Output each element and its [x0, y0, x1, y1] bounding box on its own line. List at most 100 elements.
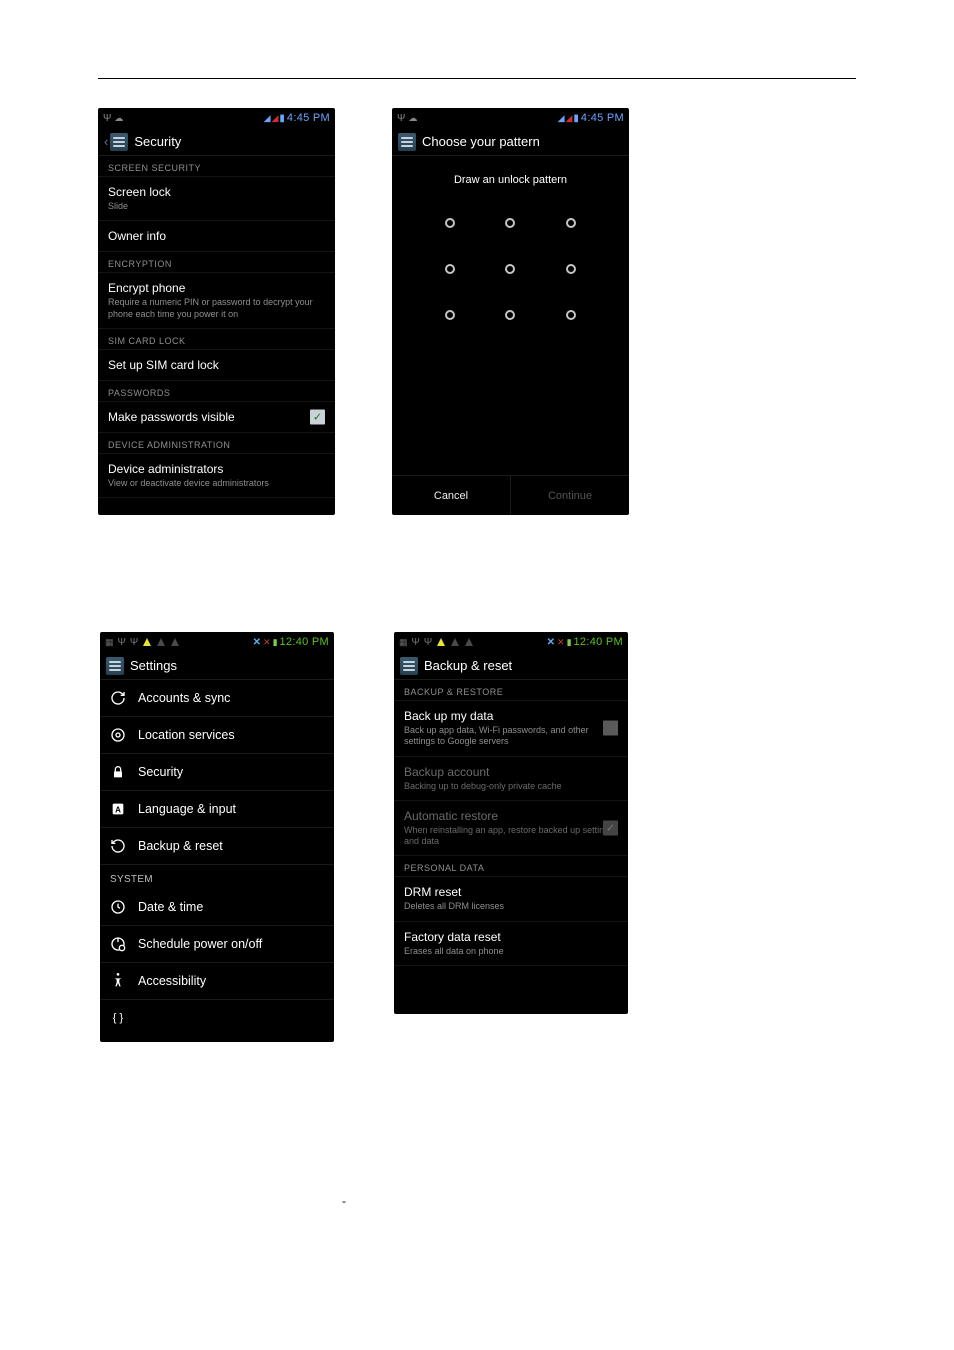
screenshot-settings: ▦ Ψ Ψ ✕ ✕ ▮ 12:40 PM Settings Accounts &… — [100, 632, 334, 1042]
signal-2-icon: ◢ — [565, 113, 571, 124]
row-security[interactable]: Security — [100, 754, 334, 791]
status-time: 12:40 PM — [280, 636, 329, 648]
section-sim-lock: SIM CARD LOCK — [98, 329, 335, 349]
pattern-instruction: Draw an unlock pattern — [392, 156, 629, 190]
header: Choose your pattern — [392, 128, 629, 156]
warning-icon — [464, 637, 474, 647]
settings-icon — [110, 133, 128, 151]
battery-icon: ▮ — [573, 113, 579, 124]
warning-icon — [156, 637, 166, 647]
item-device-admin[interactable]: Device administrators View or deactivate… — [98, 453, 335, 498]
back-icon[interactable]: ‹ — [104, 134, 108, 149]
debug-icon: ☁ — [114, 113, 123, 124]
row-label: Schedule power on/off — [138, 937, 262, 951]
usb-icon: Ψ — [412, 637, 420, 648]
row-schedule-power[interactable]: Schedule power on/off — [100, 926, 334, 963]
row-datetime[interactable]: Date & time — [100, 889, 334, 926]
item-title: Owner info — [108, 229, 325, 243]
row-location[interactable]: Location services — [100, 717, 334, 754]
warning-icon — [436, 637, 446, 647]
usb-icon: Ψ — [397, 113, 405, 124]
status-bar: Ψ ☁ ◢ ◢ ▮ 4:45 PM — [98, 108, 335, 128]
row-label: Date & time — [138, 900, 203, 914]
row-accounts-sync[interactable]: Accounts & sync — [100, 680, 334, 717]
checkbox-unchecked[interactable]: ✓ — [603, 721, 618, 736]
lock-icon — [110, 764, 126, 780]
section-encryption: ENCRYPTION — [98, 252, 335, 272]
pattern-dot[interactable] — [505, 310, 515, 320]
header-title: Choose your pattern — [422, 134, 540, 149]
item-backup-data[interactable]: Back up my data Back up app data, Wi-Fi … — [394, 700, 628, 757]
item-encrypt-phone[interactable]: Encrypt phone Require a numeric PIN or p… — [98, 272, 335, 329]
row-language[interactable]: A Language & input — [100, 791, 334, 828]
item-sub: View or deactivate device administrators — [108, 478, 325, 489]
status-bar: ▦ Ψ Ψ ✕ ✕ ▮ 12:40 PM — [100, 632, 334, 652]
item-title: Automatic restore — [404, 809, 618, 823]
restore-icon — [110, 838, 126, 854]
item-title: Back up my data — [404, 709, 618, 723]
item-sub: Backing up to debug-only private cache — [404, 781, 618, 792]
header: Settings — [100, 652, 334, 680]
pattern-dot[interactable] — [505, 264, 515, 274]
notif-icon: ▦ — [399, 637, 408, 648]
language-icon: A — [110, 801, 126, 817]
pattern-grid[interactable] — [392, 190, 629, 340]
row-backup[interactable]: Backup & reset — [100, 828, 334, 865]
accessibility-icon — [110, 973, 126, 989]
item-sub: Deletes all DRM licenses — [404, 901, 618, 912]
airplane-icon: ✕ — [547, 637, 555, 648]
item-title: Factory data reset — [404, 930, 618, 944]
row-label: Accessibility — [138, 974, 206, 988]
item-pw-visible[interactable]: Make passwords visible ✓ — [98, 401, 335, 433]
item-sub: Require a numeric PIN or password to dec… — [108, 297, 325, 320]
row-accessibility[interactable]: Accessibility — [100, 963, 334, 1000]
pattern-dot[interactable] — [566, 310, 576, 320]
row-label: Backup & reset — [138, 839, 223, 853]
status-time: 4:45 PM — [581, 112, 624, 124]
signal-1-icon: ◢ — [264, 113, 270, 124]
sync-icon — [110, 690, 126, 706]
battery-icon: ▮ — [567, 637, 572, 648]
checkbox-checked[interactable]: ✓ — [310, 409, 325, 424]
item-sub: When reinstalling an app, restore backed… — [404, 825, 618, 848]
continue-button: Continue — [511, 476, 629, 515]
item-sub: Erases all data on phone — [404, 946, 618, 957]
row-label: Accounts & sync — [138, 691, 230, 705]
section-system: SYSTEM — [100, 865, 334, 889]
screenshot-security: Ψ ☁ ◢ ◢ ▮ 4:45 PM ‹ Security SCREEN SECU… — [98, 108, 335, 515]
item-title: Backup account — [404, 765, 618, 779]
settings-icon — [400, 657, 418, 675]
clock-icon — [110, 899, 126, 915]
cancel-button[interactable]: Cancel — [392, 476, 511, 515]
pattern-dot[interactable] — [445, 218, 455, 228]
row-label: Location services — [138, 728, 235, 742]
usb-icon: Ψ — [103, 113, 111, 124]
item-sim-lock[interactable]: Set up SIM card lock — [98, 349, 335, 381]
pattern-dot[interactable] — [505, 218, 515, 228]
pattern-dot[interactable] — [566, 218, 576, 228]
item-drm-reset[interactable]: DRM reset Deletes all DRM licenses — [394, 876, 628, 921]
status-bar: ▦ Ψ Ψ ✕ ✕ ▮ 12:40 PM — [394, 632, 628, 652]
usb-icon: Ψ — [424, 637, 432, 648]
pattern-dot[interactable] — [445, 310, 455, 320]
status-time: 12:40 PM — [574, 636, 623, 648]
notif-icon: ▦ — [105, 637, 114, 648]
power-schedule-icon — [110, 936, 126, 952]
row-truncated[interactable]: { } — [100, 1000, 334, 1026]
item-factory-reset[interactable]: Factory data reset Erases all data on ph… — [394, 922, 628, 966]
section-passwords: PASSWORDS — [98, 381, 335, 401]
nosig-icon: ✕ — [263, 637, 271, 648]
pattern-dot[interactable] — [445, 264, 455, 274]
signal-2-icon: ◢ — [271, 113, 277, 124]
item-title: Set up SIM card lock — [108, 358, 325, 372]
debug-icon: ☁ — [408, 113, 417, 124]
item-screen-lock[interactable]: Screen lock Slide — [98, 176, 335, 221]
header-title: Security — [134, 134, 181, 149]
item-title: Device administrators — [108, 462, 325, 476]
item-owner-info[interactable]: Owner info — [98, 221, 335, 252]
row-label: Security — [138, 765, 183, 779]
pattern-dot[interactable] — [566, 264, 576, 274]
item-title: DRM reset — [404, 885, 618, 899]
item-title: Screen lock — [108, 185, 325, 199]
item-backup-account: Backup account Backing up to debug-only … — [394, 757, 628, 801]
